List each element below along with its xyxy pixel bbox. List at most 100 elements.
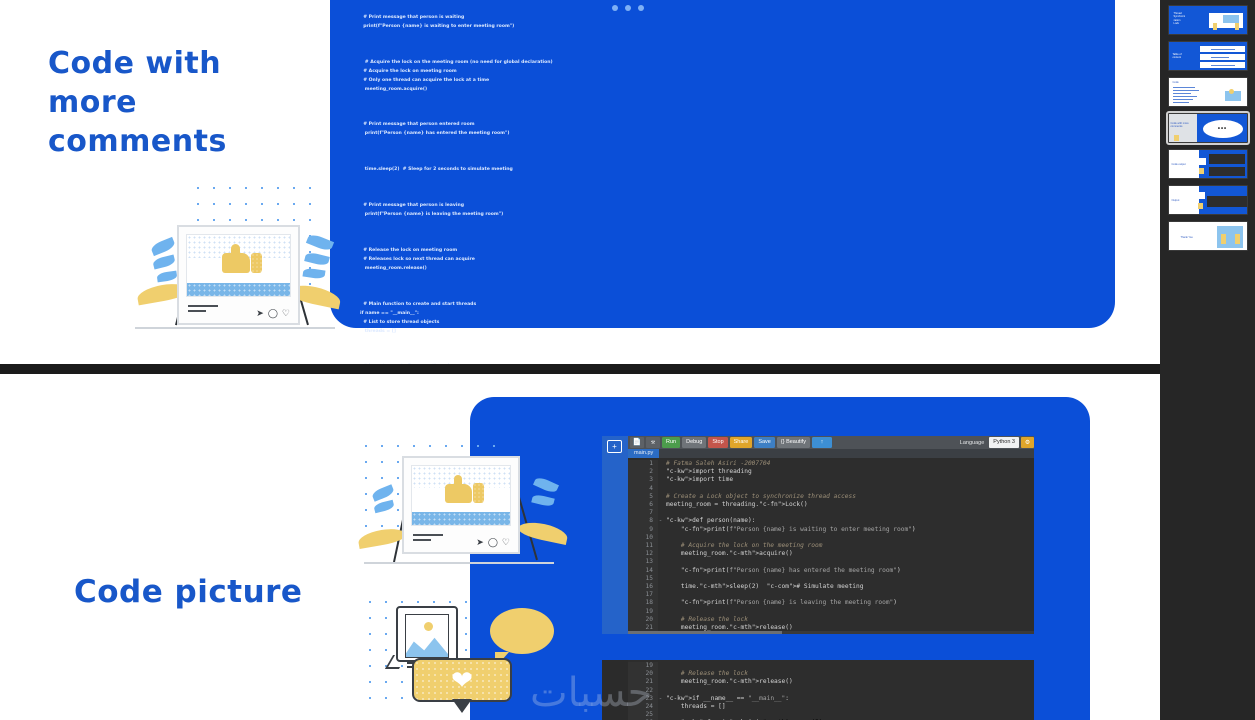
line-number: 17 [628,591,658,600]
code-block: # Print message that person entered room… [363,122,510,137]
code-line: 13 [628,558,1034,567]
code-block: # Acquire the lock on the meeting room (… [363,59,553,92]
code-line: 21 meeting_room."c-mth">release() [628,678,1034,687]
thumb-caption: Code output [1171,163,1186,166]
code-text: meeting_room = threading."c-fn">Lock() [666,501,808,509]
line-number: 11 [628,542,658,551]
thumb-figure-person [1234,23,1239,30]
slide-code-picture[interactable]: Code picture ➤ ◯ ♡ ❤ + 📄 ⚒ Run Debug Sto… [0,374,1160,720]
line-number: 19 [628,662,658,671]
code-text: "c-fn">print(f"Person {name} is waiting … [680,525,916,533]
code-line: 20 # Release the lock [628,615,1034,625]
thumb-figure-person [1228,89,1234,94]
post-card: ➤ ◯ ♡ [402,456,520,554]
code-line: 14 "c-fn">print(f"Person {name} has ente… [628,566,1034,575]
code-line: 11 # Acquire the lock on the meeting roo… [628,542,1034,551]
line-number: 7 [628,509,658,518]
slide-thumbnail-6[interactable]: Output [1167,185,1248,215]
comment-icon: ◯ [267,308,278,318]
editor-horizontal-scrollbar[interactable] [628,631,1034,634]
line-number: 25 [628,711,658,720]
post-image [411,465,511,526]
thumb-caption: Thank You [1180,236,1193,239]
code-text: # Release the lock [666,615,748,623]
speech-bubble-heart: ❤ [412,658,512,713]
post-action-icons: ➤ ◯ ♡ [476,538,510,547]
thumb-caption: Code with more comments [1170,122,1189,129]
slide-thumbnail-rail[interactable]: Thread Synchroni zation Lock Table of co… [1160,0,1255,720]
code-editor-window[interactable]: + 📄 ⚒ Run Debug Stop Share Save {} Beaut… [602,436,1034,634]
editor-code-area-secondary[interactable]: 19 20 # Release the lock 21 meeting_room."… [628,660,1034,720]
water-band [412,512,510,525]
slide1-title: Code with more comments [48,46,227,159]
code-line: 3 "c-kw">import time [628,476,1034,485]
thumb-cuff-shape [250,252,263,274]
laptop-icon [396,606,458,668]
post-action-icons: ➤ ◯ ♡ [256,309,290,318]
code-line: 18 "c-fn">print(f"Person {name} is leavi… [628,599,1034,608]
code-line: 16 time."c-mth">sleep(2) "c-com"># Simul… [628,583,1034,592]
thumb-caption: Table of content [1172,53,1182,60]
slide-thumbnail-1[interactable]: Thread Synchroni zation Lock [1167,5,1248,35]
beautify-button[interactable]: {} Beautify [776,437,810,448]
code-text: "c-kw">if __name__ == "__main__": [666,694,789,702]
gear-icon[interactable]: ⚙ [1021,437,1034,448]
tab-main-py[interactable]: main.py [628,449,660,458]
slide2-social-post-illustration: ➤ ◯ ♡ [357,438,570,578]
run-button[interactable]: Run [662,437,681,448]
upload-icon[interactable]: ↑ [811,437,832,448]
stop-button[interactable]: Stop [708,437,728,448]
code-text: "c-kw">import time [666,476,734,484]
editor-sidebar: + [602,436,628,634]
slide-thumbnail-4[interactable]: Code with more comments ••• [1165,111,1250,145]
sun-icon [424,621,434,631]
thumb-row-text [1210,48,1235,50]
code-line: 6 meeting_room = threading."c-fn">Lock() [628,501,1034,510]
line-number: 23 [628,694,658,704]
code-block: # Release the lock on meeting room # Rel… [363,247,475,271]
add-file-button[interactable]: + [607,440,622,453]
code-line: 20 # Release the lock [628,670,1034,679]
slide-code-with-more-comments[interactable]: Code with more comments # Print message … [0,0,1160,364]
slide-thumbnail-7[interactable]: Thank You [1167,221,1248,251]
post-caption-lines [188,305,218,315]
code-line: 22 [628,686,1034,695]
line-number: 6 [628,501,658,510]
save-button[interactable]: Save [754,437,775,448]
code-line: 19 [628,607,1034,616]
file-icon[interactable]: 📄 [630,437,644,448]
slide-thumbnail-5[interactable]: Code output [1167,149,1248,179]
line-number: 24 [628,703,658,712]
editor-code-area[interactable]: 1 # Fatma Saleh Asiri -2007704 2 "c-kw">imp… [628,458,1034,634]
line-number: 2 [628,468,658,477]
code-line: 10 [628,533,1034,543]
code-block: # Print message that person is leaving p… [363,203,504,218]
slide-canvas-area: Code with more comments # Print message … [0,0,1160,720]
line-number: 10 [628,533,658,543]
thumb-code-line [1172,96,1197,98]
thumb-code-line [1172,99,1193,101]
leaf-icon [149,236,177,257]
thumb-figure-accent [1222,15,1239,23]
slide-thumbnail-3[interactable]: Code [1167,77,1248,107]
slide-thumbnail-2[interactable]: Table of content [1167,41,1248,71]
line-number: 20 [628,615,658,625]
slide2-title: Code picture [74,574,303,610]
line-number: 19 [628,607,658,616]
wrench-icon[interactable]: ⚒ [646,437,660,448]
caption-line [413,534,443,536]
code-editor-second-panel[interactable]: 19 20 # Release the lock 21 meeting_room."… [602,660,1034,720]
language-select[interactable]: Python 3 [989,437,1019,448]
thumb-code-line [1172,102,1189,104]
code-line: 12 meeting_room."c-mth">acquire() [628,550,1034,559]
code-text: # Acquire the lock on the meeting room [666,542,823,550]
line-number: 14 [628,566,658,575]
code-block: # Print message that person is waiting p… [363,14,515,29]
share-button[interactable]: Share [729,437,753,448]
debug-button[interactable]: Debug [682,437,707,448]
line-number: 4 [628,484,658,493]
scrollbar-thumb[interactable] [628,631,783,634]
code-line: 19 [628,662,1034,671]
code-line: 24 threads = [] [628,703,1034,712]
line-number: 16 [628,583,658,592]
